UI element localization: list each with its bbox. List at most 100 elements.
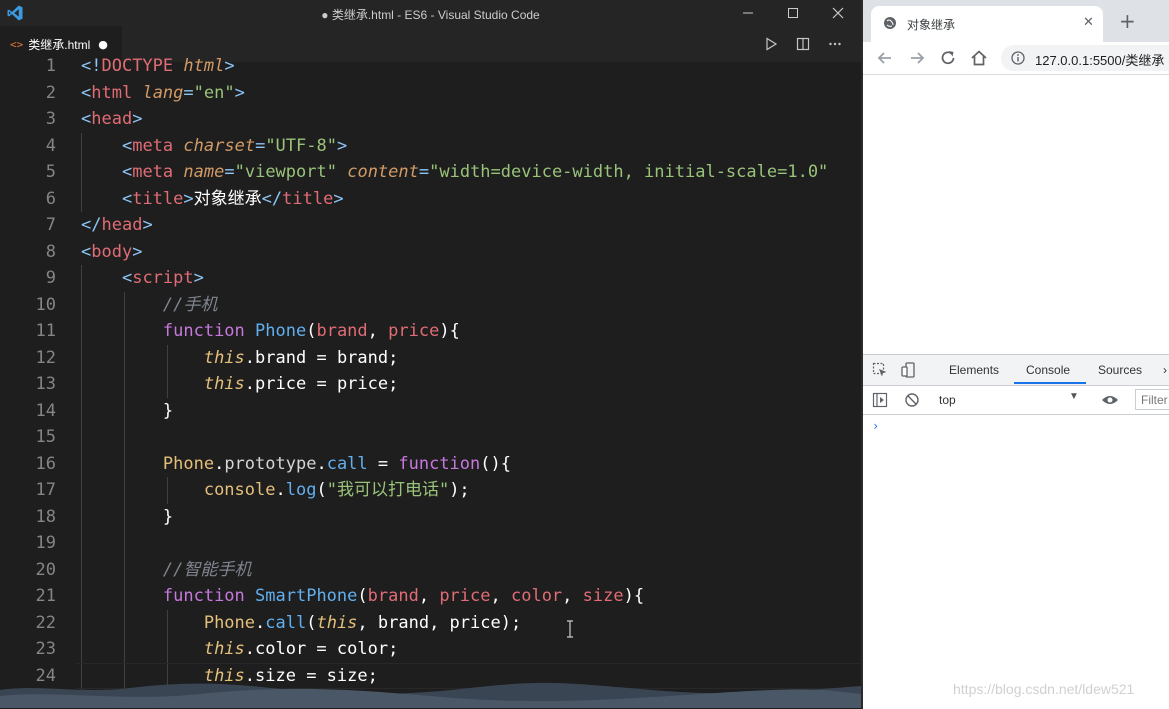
console-prompt[interactable]: ›	[872, 419, 879, 433]
code-line[interactable]: 9 <script>	[0, 265, 861, 292]
code-token: charset	[183, 135, 256, 156]
code-token: script	[132, 268, 194, 288]
inspect-element-icon[interactable]	[872, 362, 888, 378]
code-token: >	[193, 268, 204, 288]
dropdown-arrow-icon[interactable]: ▼	[1069, 391, 1079, 402]
code-line[interactable]: 19	[0, 530, 861, 557]
run-button[interactable]	[761, 34, 781, 54]
indent-guide	[124, 530, 125, 557]
code-token: function	[398, 453, 481, 474]
split-editor-button[interactable]	[793, 34, 813, 54]
code-text: this.brand = brand;	[81, 345, 399, 372]
maximize-button[interactable]	[770, 0, 816, 26]
code-line[interactable]: 17 console.log("我可以打电话");	[0, 477, 861, 504]
info-icon[interactable]	[1011, 51, 1025, 65]
code-token: ,	[490, 586, 511, 606]
code-token: .color = color;	[244, 639, 399, 659]
code-line[interactable]: 14 }	[0, 397, 861, 424]
code-line[interactable]: 8 <body>	[0, 239, 861, 266]
title-bar: ● 类继承.html - ES6 - Visual Studio Code	[0, 0, 861, 26]
tab-console[interactable]: Console	[1026, 363, 1070, 377]
code-token: <!	[81, 56, 102, 76]
line-number: 15	[35, 427, 56, 447]
code-token: <	[81, 82, 92, 103]
line-number: 13	[35, 374, 56, 394]
code-line[interactable]: 5 <meta name="viewport" content="width=d…	[0, 159, 861, 186]
code-text: </head>	[81, 212, 153, 239]
code-line[interactable]: 10 //手机	[0, 291, 861, 318]
code-token: (	[306, 321, 317, 341]
back-arrow-icon[interactable]	[875, 48, 895, 68]
line-number: 8	[45, 241, 56, 262]
line-number: 9	[45, 268, 56, 288]
console-toolbar: top ▼ Filter	[863, 386, 1169, 415]
device-toggle-icon[interactable]	[901, 362, 917, 378]
eye-icon[interactable]	[1101, 393, 1119, 407]
code-token: =	[224, 162, 235, 182]
code-editor[interactable]: 1 <!DOCTYPE html> 2 <html lang="en"> 3 <head>…	[0, 53, 861, 708]
code-line[interactable]: 15	[0, 424, 861, 451]
code-token: </	[261, 188, 283, 209]
code-token: <	[81, 241, 92, 262]
close-window-button[interactable]	[815, 0, 861, 26]
code-token: >	[132, 109, 143, 129]
code-line[interactable]: 18 }	[0, 503, 861, 531]
code-token: html	[91, 82, 133, 103]
code-token: </	[81, 215, 102, 235]
code-token: meta	[132, 162, 174, 182]
code-line[interactable]: 2 <html lang="en">	[0, 80, 861, 107]
code-line[interactable]: 1 <!DOCTYPE html>	[0, 53, 861, 80]
code-token: DOCTYPE	[101, 56, 174, 76]
more-actions-button[interactable]	[825, 34, 845, 54]
code-line[interactable]: 6 <title>对象继承</title>	[0, 185, 861, 212]
code-line[interactable]: 11 function Phone(brand, price){	[0, 318, 861, 345]
code-token: "en"	[193, 82, 235, 103]
code-token: console	[203, 480, 276, 500]
code-token: ,	[367, 321, 389, 341]
more-tabs-chevron[interactable]: ›	[1163, 363, 1167, 377]
code-token: title	[282, 188, 334, 209]
code-token: this	[203, 347, 245, 368]
code-line[interactable]: 20 //智能手机	[0, 556, 861, 583]
code-line[interactable]: 16 Phone.prototype.call = function(){	[0, 450, 861, 477]
sidebar-toggle-icon[interactable]	[872, 392, 888, 408]
console-filter-input[interactable]: Filter	[1135, 389, 1169, 410]
code-text: }	[81, 504, 173, 531]
close-tab-icon[interactable]: ✕	[1083, 15, 1094, 30]
code-token: ){	[439, 321, 460, 341]
code-text: <script>	[81, 265, 204, 292]
context-selector[interactable]: top	[939, 393, 956, 407]
code-line[interactable]: 3 <head>	[0, 106, 861, 133]
clear-console-icon[interactable]	[904, 392, 920, 408]
code-token: SmartPhone	[255, 586, 358, 606]
tab-elements[interactable]: Elements	[949, 363, 999, 377]
line-number: 20	[35, 559, 56, 580]
home-icon[interactable]	[969, 48, 989, 68]
code-line[interactable]: 4 <meta charset="UTF-8">	[0, 132, 861, 159]
code-line[interactable]: 12 this.brand = brand;	[0, 344, 861, 372]
new-tab-button[interactable]: +	[1119, 9, 1136, 33]
browser-tab[interactable]: 对象继承 ✕	[871, 6, 1103, 42]
tab-sources[interactable]: Sources	[1098, 363, 1142, 377]
code-line[interactable]: 13 this.price = price;	[0, 371, 861, 398]
code-line[interactable]: 23 this.color = color;	[0, 636, 861, 663]
code-token: color	[510, 586, 563, 606]
browser-tab-title: 对象继承	[907, 18, 956, 32]
code-token: .	[214, 453, 225, 474]
code-line[interactable]: 7 </head>	[0, 212, 861, 239]
minimize-button[interactable]	[725, 0, 771, 26]
forward-arrow-icon[interactable]	[907, 48, 927, 68]
unsaved-dot-icon[interactable]: ●	[98, 38, 108, 51]
address-bar[interactable]: 127.0.0.1:5500/类继承	[1001, 45, 1169, 71]
reload-icon[interactable]	[938, 48, 958, 68]
code-line[interactable]: 22 Phone.call(this, brand, price);	[0, 609, 861, 637]
code-line[interactable]: 21 function SmartPhone(brand, price, col…	[0, 583, 861, 610]
code-text: Phone.call(this, brand, price);	[81, 610, 521, 637]
